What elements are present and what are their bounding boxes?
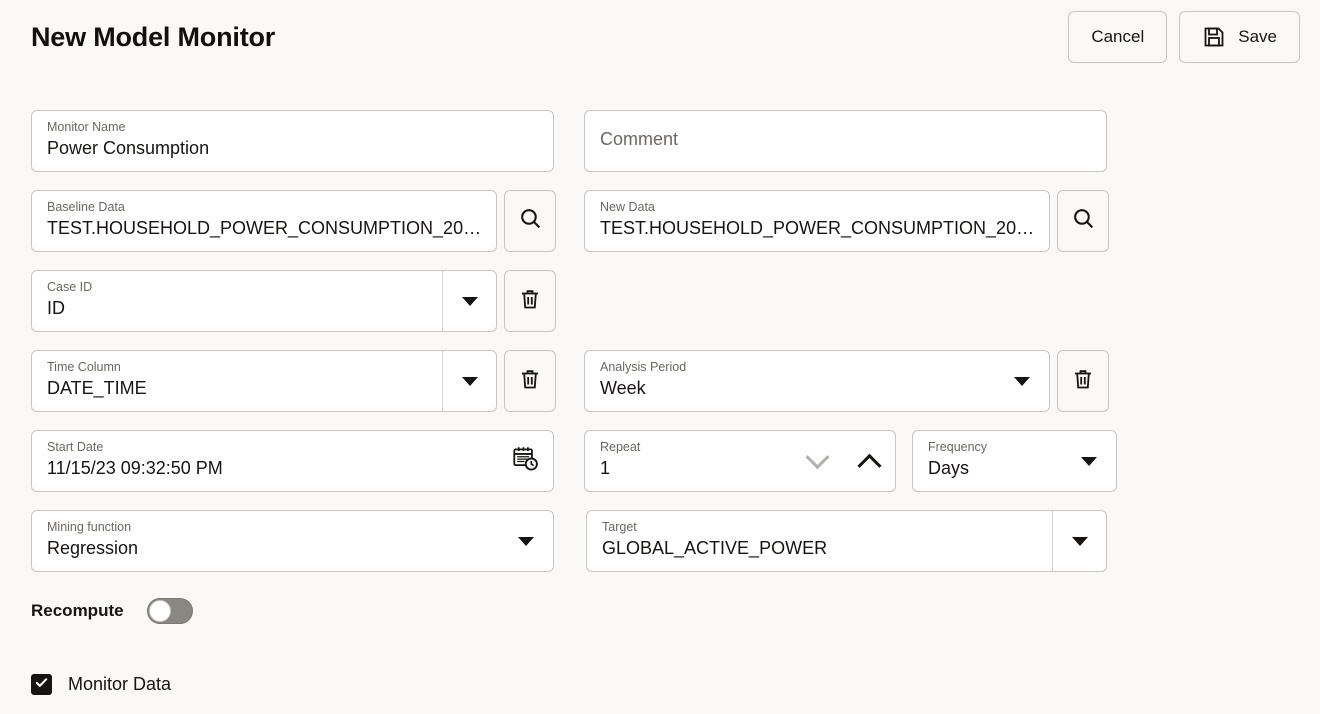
monitor-name-value: Power Consumption (47, 138, 210, 158)
repeat-value: 1 (600, 458, 611, 478)
search-icon (518, 206, 543, 236)
analysis-period-field[interactable]: Analysis Period Week (584, 350, 1050, 412)
calendar-clock-icon (512, 445, 539, 477)
analysis-period-delete-button[interactable] (1057, 350, 1109, 412)
repeat-stepper-field[interactable]: Repeat 1 (584, 430, 896, 492)
chevron-down-icon (1081, 456, 1097, 466)
time-column-dropdown-button[interactable] (442, 351, 496, 411)
time-column-field[interactable]: Time Column DATE_TIME (31, 350, 497, 412)
analysis-period-dropdown-button[interactable] (995, 351, 1049, 411)
trash-icon (518, 287, 542, 316)
form-row-5: Start Date 11/15/23 09:32:50 PM Repeat 1… (0, 430, 1320, 510)
monitor-data-row: Monitor Data (31, 674, 171, 695)
baseline-data-value: TEST.HOUSEHOLD_POWER_CONSUMPTION_2007 (47, 218, 482, 238)
recompute-toggle[interactable] (146, 598, 193, 624)
baseline-data-label: Baseline Data (47, 200, 125, 214)
form-row-4: Time Column DATE_TIME Analysis Period We… (0, 350, 1320, 430)
case-id-field[interactable]: Case ID ID (31, 270, 497, 332)
time-column-value: DATE_TIME (47, 378, 147, 398)
new-data-search-button[interactable] (1057, 190, 1109, 252)
chevron-down-icon (1071, 536, 1088, 546)
start-date-label: Start Date (47, 440, 104, 454)
start-date-picker-button[interactable] (497, 431, 553, 491)
monitor-name-label: Monitor Name (47, 120, 126, 134)
monitor-name-field[interactable]: Monitor Name Power Consumption (31, 110, 554, 172)
cancel-button-label: Cancel (1091, 27, 1145, 46)
floppy-disk-save-icon (1202, 25, 1226, 49)
form-row-2: Baseline Data TEST.HOUSEHOLD_POWER_CONSU… (0, 190, 1320, 270)
monitor-data-checkbox[interactable] (31, 674, 52, 695)
chevron-down-icon (461, 376, 478, 386)
comment-placeholder: Comment (600, 128, 679, 149)
search-icon (1071, 206, 1096, 236)
repeat-frequency-group: Repeat 1 Frequency Days (584, 430, 1117, 492)
case-id-group: Case ID ID (31, 270, 556, 332)
baseline-data-group: Baseline Data TEST.HOUSEHOLD_POWER_CONSU… (31, 190, 556, 252)
mining-function-value: Regression (47, 538, 139, 558)
new-data-value: TEST.HOUSEHOLD_POWER_CONSUMPTION_2010 (600, 218, 1035, 238)
frequency-label: Frequency (928, 440, 988, 454)
analysis-period-value: Week (600, 378, 646, 398)
toggle-knob (148, 600, 171, 622)
new-model-monitor-page: New Model Monitor Cancel Save Monitor Na… (0, 0, 1320, 714)
frequency-dropdown-button[interactable] (1062, 431, 1116, 491)
save-button[interactable]: Save (1179, 11, 1300, 63)
case-id-delete-button[interactable] (504, 270, 556, 332)
chevron-down-icon (518, 536, 534, 546)
baseline-data-field[interactable]: Baseline Data TEST.HOUSEHOLD_POWER_CONSU… (31, 190, 497, 252)
baseline-data-search-button[interactable] (504, 190, 556, 252)
trash-icon (518, 367, 542, 396)
target-field[interactable]: Target GLOBAL_ACTIVE_POWER (586, 510, 1107, 572)
save-button-label: Save (1238, 27, 1277, 46)
frequency-field[interactable]: Frequency Days (912, 430, 1117, 492)
time-column-group: Time Column DATE_TIME (31, 350, 556, 412)
comment-field[interactable]: Comment (584, 110, 1107, 172)
frequency-value: Days (928, 458, 970, 478)
page-title: New Model Monitor (31, 22, 276, 52)
monitor-data-label: Monitor Data (68, 674, 172, 694)
repeat-decrement-button[interactable] (791, 431, 843, 491)
target-group: Target GLOBAL_ACTIVE_POWER (586, 510, 1107, 572)
chevron-up-icon (856, 453, 882, 478)
analysis-period-label: Analysis Period (600, 360, 687, 374)
start-date-group: Start Date 11/15/23 09:32:50 PM (31, 430, 554, 492)
check-icon (34, 675, 49, 695)
cancel-button[interactable]: Cancel (1068, 11, 1168, 63)
mining-function-group: Mining function Regression (31, 510, 554, 572)
chevron-down-icon (461, 296, 478, 306)
monitor-name-group: Monitor Name Power Consumption (31, 110, 554, 172)
mining-function-label: Mining function (47, 520, 132, 534)
form-row-1: Monitor Name Power Consumption Comment (0, 110, 1320, 190)
mining-function-dropdown-button[interactable] (499, 511, 553, 571)
new-data-field[interactable]: New Data TEST.HOUSEHOLD_POWER_CONSUMPTIO… (584, 190, 1050, 252)
time-column-label: Time Column (47, 360, 121, 374)
comment-group: Comment (584, 110, 1107, 172)
start-date-field[interactable]: Start Date 11/15/23 09:32:50 PM (31, 430, 554, 492)
chevron-down-icon (1014, 376, 1030, 386)
recompute-label: Recompute (31, 601, 124, 620)
chevron-down-icon (804, 444, 830, 469)
analysis-period-group: Analysis Period Week (584, 350, 1109, 412)
repeat-label: Repeat (600, 440, 641, 454)
time-column-delete-button[interactable] (504, 350, 556, 412)
target-value: GLOBAL_ACTIVE_POWER (602, 538, 828, 558)
case-id-label: Case ID (47, 280, 93, 294)
repeat-increment-button[interactable] (843, 431, 895, 491)
new-data-label: New Data (600, 200, 655, 214)
form-row-6: Mining function Regression Target GLOBAL… (0, 510, 1320, 590)
header-actions: Cancel Save (1068, 11, 1300, 63)
mining-function-field[interactable]: Mining function Regression (31, 510, 554, 572)
case-id-value: ID (47, 298, 65, 318)
recompute-row: Recompute (31, 598, 193, 624)
page-header: New Model Monitor Cancel Save (0, 0, 1320, 78)
target-dropdown-button[interactable] (1052, 511, 1106, 571)
case-id-dropdown-button[interactable] (442, 271, 496, 331)
trash-icon (1071, 367, 1095, 396)
new-data-group: New Data TEST.HOUSEHOLD_POWER_CONSUMPTIO… (584, 190, 1109, 252)
target-label: Target (602, 520, 637, 534)
form-row-3: Case ID ID (0, 270, 1320, 350)
start-date-value: 11/15/23 09:32:50 PM (47, 458, 223, 478)
